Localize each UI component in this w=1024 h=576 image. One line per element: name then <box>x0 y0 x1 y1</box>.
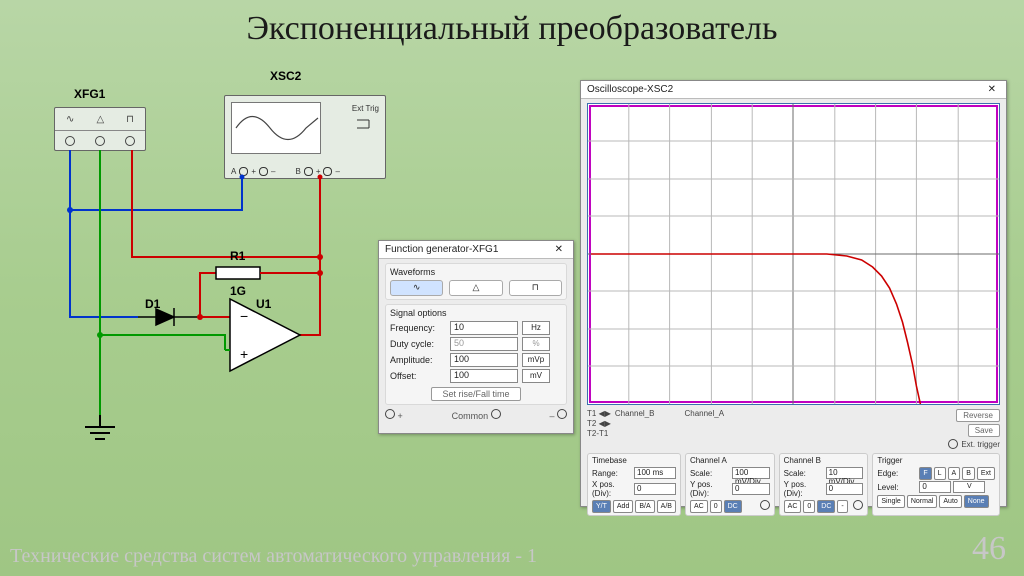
chb-dc-button[interactable]: DC <box>817 500 835 513</box>
timebase-xpos-input[interactable]: 0 <box>634 483 676 495</box>
wave-triangle-button[interactable]: △ <box>449 280 502 296</box>
normal-button[interactable]: Normal <box>907 495 938 508</box>
cursor-cha: Channel_A <box>684 409 724 418</box>
frequency-unit[interactable]: Hz <box>522 321 550 335</box>
channel-b-panel: Channel B Scale:10 mV/Div Y pos.(Div):0 … <box>779 453 869 516</box>
circuit-diagram: XFG1 XSC2 ∿ △ ⊓ Ext Trig A+– B+– <box>40 95 380 450</box>
slide-root: Экспоненциальный преобразователь Техниче… <box>0 0 1024 576</box>
close-icon[interactable]: ✕ <box>551 244 567 255</box>
amplitude-input[interactable]: 100 <box>450 353 518 367</box>
trigger-level-input[interactable]: 0 <box>919 481 951 493</box>
save-button[interactable]: Save <box>968 424 1000 437</box>
offset-input[interactable]: 100 <box>450 369 518 383</box>
scope-title: Oscilloscope-XSC2 <box>587 84 673 95</box>
ext-trigger-port <box>948 439 958 449</box>
fg-minus-terminal <box>557 409 567 419</box>
cha-ac-button[interactable]: AC <box>690 500 708 513</box>
edge-l-button[interactable]: L <box>934 467 946 480</box>
waveforms-group: Waveforms ∿ △ ⊓ <box>385 263 567 300</box>
wave-sine-button[interactable]: ∿ <box>390 280 443 296</box>
cha-scale-input[interactable]: 100 mV/Div <box>732 467 770 479</box>
chb-ypos-input[interactable]: 0 <box>826 483 864 495</box>
svg-text:+: + <box>240 346 248 362</box>
slide-title: Экспоненциальный преобразователь <box>0 10 1024 48</box>
frequency-row: Frequency: 10 Hz <box>390 321 562 335</box>
none-button[interactable]: None <box>964 495 989 508</box>
function-generator-dialog: Function generator-XFG1 ✕ Waveforms ∿ △ … <box>378 240 574 434</box>
frequency-input[interactable]: 10 <box>450 321 518 335</box>
edge-ext-button[interactable]: Ext <box>977 467 995 480</box>
label-d1: D1 <box>145 297 160 311</box>
trigger-panel: Trigger Edge: F L A B Ext Level: 0 V Sin… <box>872 453 1000 516</box>
amplitude-unit[interactable]: mVp <box>522 353 550 367</box>
cha-port-icon <box>760 500 770 510</box>
set-rise-fall-button[interactable]: Set rise/Fall time <box>431 387 520 401</box>
label-r1-val: 1G <box>230 284 246 298</box>
svg-text:−: − <box>240 308 248 324</box>
chb-scale-input[interactable]: 10 mV/Div <box>826 467 864 479</box>
edge-f-button[interactable]: F <box>919 467 931 480</box>
channel-a-panel: Channel A Scale:100 mV/Div Y pos.(Div):0… <box>685 453 775 516</box>
close-icon[interactable]: ✕ <box>984 84 1000 95</box>
cha-0-button[interactable]: 0 <box>710 500 722 513</box>
offset-row: Offset: 100 mV <box>390 369 562 383</box>
add-button[interactable]: Add <box>613 500 633 513</box>
cursor-chb: Channel_B <box>615 409 655 418</box>
timebase-panel: Timebase Range:100 ms X pos.(Div):0 Y/T … <box>587 453 681 516</box>
label-r1: R1 <box>230 249 245 263</box>
reverse-button[interactable]: Reverse <box>956 409 1000 422</box>
signal-options-label: Signal options <box>390 308 562 318</box>
oscilloscope-dialog: Oscilloscope-XSC2 ✕ <box>580 80 1007 507</box>
single-button[interactable]: Single <box>877 495 904 508</box>
timebase-range-input[interactable]: 100 ms <box>634 467 676 479</box>
wave-square-button[interactable]: ⊓ <box>509 280 562 296</box>
amplitude-row: Amplitude: 100 mVp <box>390 353 562 367</box>
fg-common-terminal <box>491 409 501 419</box>
dutycycle-unit: % <box>522 337 550 351</box>
cha-dc-button[interactable]: DC <box>724 500 742 513</box>
ab-button[interactable]: A/B <box>657 500 676 513</box>
edge-a-button[interactable]: A <box>948 467 961 480</box>
fg-plus-terminal <box>385 409 395 419</box>
ba-button[interactable]: B/A <box>635 500 654 513</box>
label-u1: U1 <box>256 297 271 311</box>
chb-0-button[interactable]: 0 <box>803 500 815 513</box>
slide-footer: Технические средства систем автоматическ… <box>10 545 537 568</box>
label-xsc2: XSC2 <box>270 69 301 83</box>
waveforms-label: Waveforms <box>390 267 562 277</box>
cursor-labels: T1 ◀▶ T2 ◀▶ T2-T1 <box>587 409 611 439</box>
signal-options-group: Signal options Frequency: 10 Hz Duty cyc… <box>385 304 567 405</box>
chb-ac-button[interactable]: AC <box>784 500 802 513</box>
scope-display[interactable] <box>587 103 1000 405</box>
offset-unit[interactable]: mV <box>522 369 550 383</box>
fg-title: Function generator-XFG1 <box>385 244 498 255</box>
dutycycle-row: Duty cycle: 50 % <box>390 337 562 351</box>
chb-minus-button[interactable]: - <box>837 500 847 513</box>
dutycycle-input: 50 <box>450 337 518 351</box>
edge-b-button[interactable]: B <box>962 467 975 480</box>
cha-ypos-input[interactable]: 0 <box>732 483 770 495</box>
yt-button[interactable]: Y/T <box>592 500 611 513</box>
page-number: 46 <box>972 530 1006 568</box>
auto-button[interactable]: Auto <box>939 495 961 508</box>
chb-port-icon <box>853 500 863 510</box>
trigger-level-unit[interactable]: V <box>953 481 985 493</box>
